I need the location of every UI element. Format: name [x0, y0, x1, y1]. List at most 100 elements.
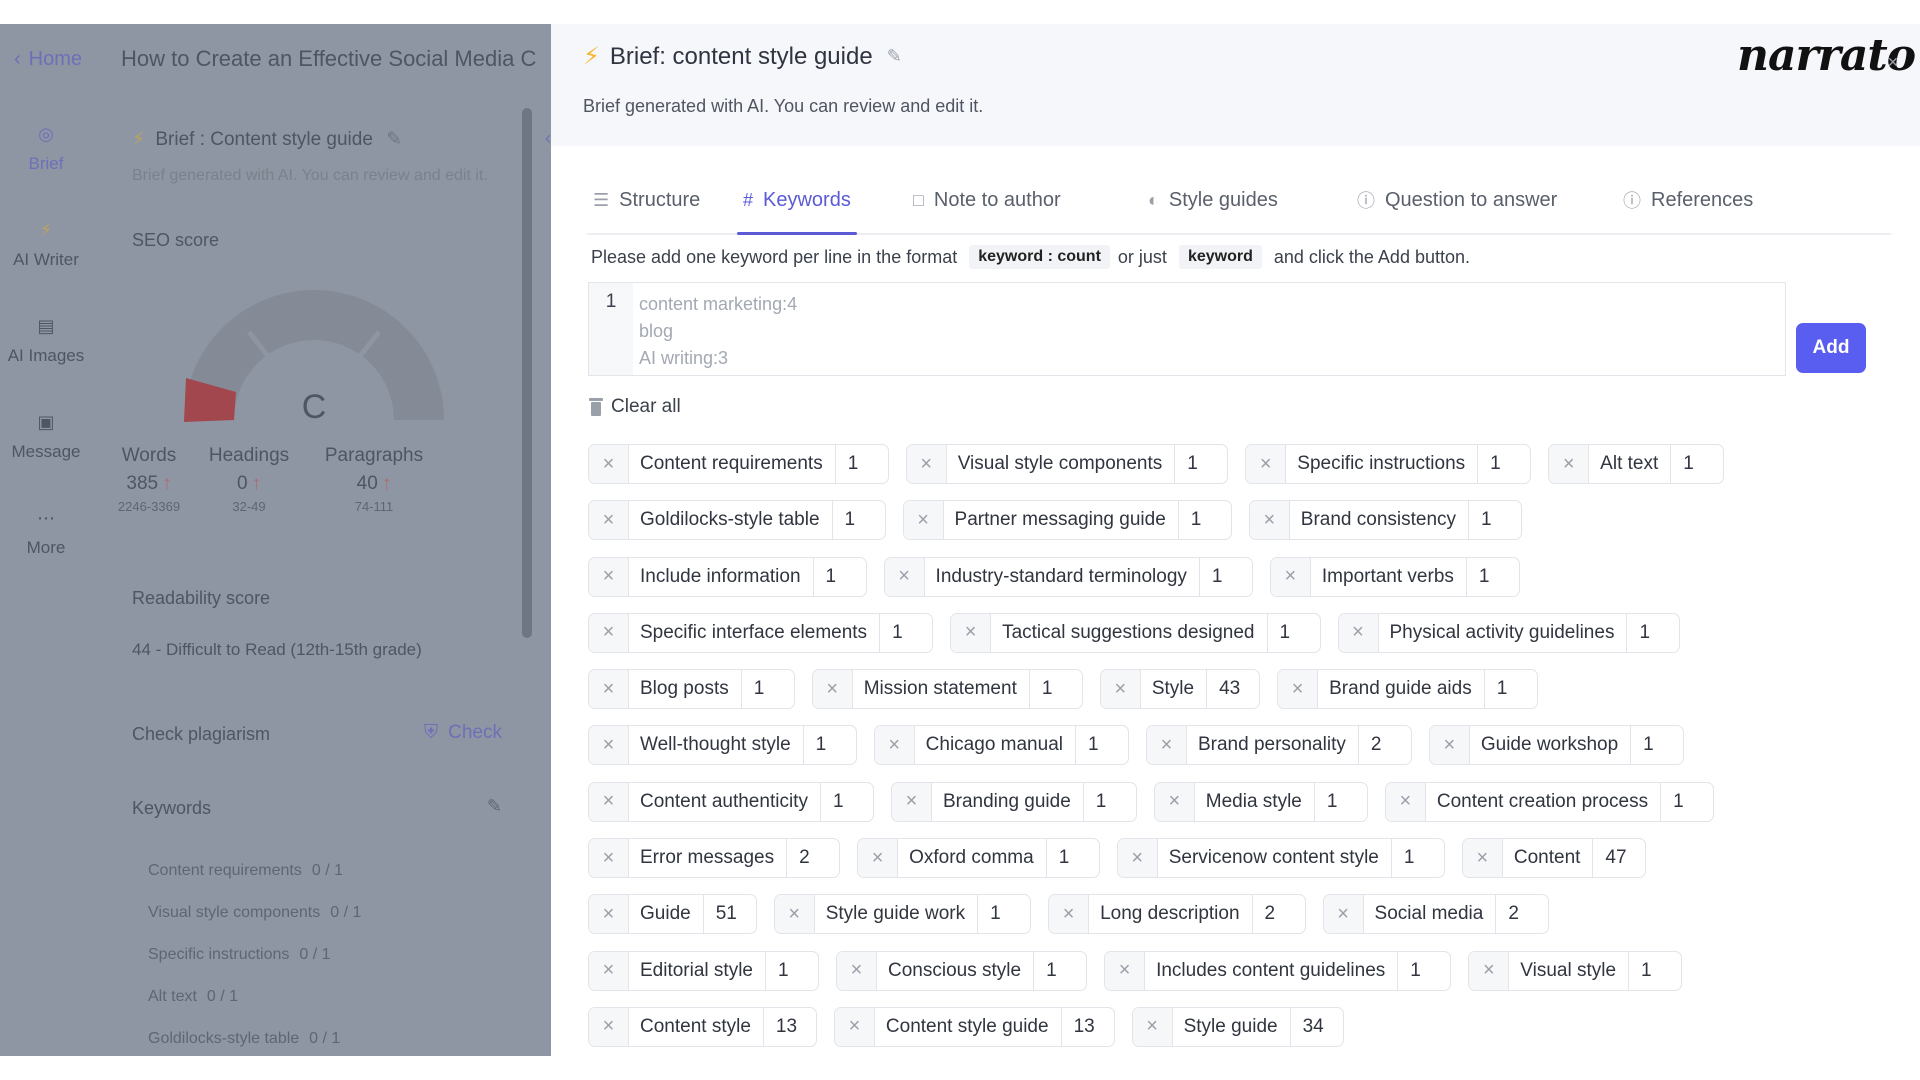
keyword-count-input[interactable]: 1 — [804, 726, 856, 764]
keyword-count-input[interactable]: 1 — [814, 558, 866, 596]
keyword-name[interactable]: Style — [1141, 670, 1208, 709]
remove-keyword-icon[interactable]: × — [589, 613, 629, 652]
keyword-count-input[interactable]: 34 — [1291, 1008, 1343, 1046]
keyword-count-input[interactable]: 1 — [1030, 670, 1082, 708]
keyword-name[interactable]: Branding guide — [932, 782, 1084, 821]
remove-keyword-icon[interactable]: × — [1154, 782, 1195, 821]
keyword-name[interactable]: Well-thought style — [629, 726, 804, 765]
remove-keyword-icon[interactable]: × — [1117, 839, 1158, 878]
keyword-name[interactable]: Chicago manual — [915, 726, 1076, 765]
keyword-textarea-placeholder[interactable]: content marketing:4 blog AI writing:3 — [633, 283, 1785, 375]
keyword-count-input[interactable]: 1 — [1467, 558, 1519, 596]
keyword-count-input[interactable]: 1 — [833, 501, 885, 539]
keyword-count-input[interactable]: 1 — [1268, 614, 1320, 652]
remove-keyword-icon[interactable]: × — [1270, 557, 1311, 596]
keyword-count-input[interactable]: 1 — [1084, 783, 1136, 821]
keyword-name[interactable]: Brand guide aids — [1318, 670, 1485, 709]
remove-keyword-icon[interactable]: × — [1146, 726, 1187, 765]
keyword-name[interactable]: Oxford comma — [898, 839, 1047, 878]
remove-keyword-icon[interactable]: × — [774, 895, 815, 934]
keyword-name[interactable]: Goldilocks-style table — [629, 501, 833, 540]
remove-keyword-icon[interactable]: × — [903, 501, 944, 540]
keyword-name[interactable]: Include information — [629, 557, 814, 596]
remove-keyword-icon[interactable]: × — [874, 726, 915, 765]
keyword-name[interactable]: Content — [1503, 839, 1594, 878]
keyword-name[interactable]: Style guide work — [815, 895, 979, 934]
close-icon[interactable]: ✕ — [1887, 54, 1899, 71]
remove-keyword-icon[interactable]: × — [1132, 1007, 1173, 1046]
keyword-count-input[interactable]: 1 — [880, 614, 932, 652]
keyword-count-input[interactable]: 47 — [1593, 839, 1645, 877]
tab-question-to-answer[interactable]: ⓘ Question to answer — [1351, 167, 1563, 233]
tab-note-to-author[interactable]: □ Note to author — [907, 167, 1067, 233]
remove-keyword-icon[interactable]: × — [834, 1007, 875, 1046]
remove-keyword-icon[interactable]: × — [589, 895, 629, 934]
keyword-name[interactable]: Partner messaging guide — [944, 501, 1179, 540]
keyword-count-input[interactable]: 13 — [1062, 1008, 1114, 1046]
keyword-count-input[interactable]: 1 — [742, 670, 794, 708]
remove-keyword-icon[interactable]: × — [589, 839, 629, 878]
remove-keyword-icon[interactable]: × — [1249, 501, 1290, 540]
keyword-name[interactable]: Content style — [629, 1007, 764, 1046]
remove-keyword-icon[interactable]: × — [589, 782, 629, 821]
keyword-count-input[interactable]: 1 — [1661, 783, 1713, 821]
keyword-name[interactable]: Content authenticity — [629, 782, 821, 821]
keyword-count-input[interactable]: 1 — [1175, 445, 1227, 483]
keyword-name[interactable]: Important verbs — [1311, 557, 1467, 596]
remove-keyword-icon[interactable]: × — [589, 726, 629, 765]
remove-keyword-icon[interactable]: × — [837, 951, 877, 990]
keyword-name[interactable]: Long description — [1089, 895, 1253, 934]
keyword-count-input[interactable]: 1 — [1629, 952, 1681, 990]
remove-keyword-icon[interactable]: × — [1469, 951, 1510, 990]
remove-keyword-icon[interactable]: × — [589, 670, 629, 709]
keyword-name[interactable]: Physical activity guidelines — [1379, 613, 1628, 652]
keyword-count-input[interactable]: 1 — [766, 952, 818, 990]
keyword-name[interactable]: Mission statement — [853, 670, 1030, 709]
keyword-count-input[interactable]: 2 — [1496, 895, 1548, 933]
keyword-name[interactable]: Media style — [1195, 782, 1315, 821]
keyword-name[interactable]: Style guide — [1173, 1007, 1291, 1046]
keyword-count-input[interactable]: 1 — [978, 895, 1030, 933]
remove-keyword-icon[interactable]: × — [1549, 445, 1590, 483]
keyword-count-input[interactable]: 1 — [836, 445, 888, 483]
tab-style-guides[interactable]: ◐ Style guides — [1142, 167, 1284, 233]
remove-keyword-icon[interactable]: × — [589, 501, 629, 540]
keyword-count-input[interactable]: 1 — [1627, 614, 1679, 652]
remove-keyword-icon[interactable]: × — [589, 557, 629, 596]
keyword-name[interactable]: Includes content guidelines — [1145, 951, 1399, 990]
keyword-name[interactable]: Alt text — [1589, 445, 1672, 483]
keyword-count-input[interactable]: 1 — [1034, 952, 1086, 990]
remove-keyword-icon[interactable]: × — [1278, 670, 1319, 709]
remove-keyword-icon[interactable]: × — [1385, 782, 1426, 821]
keyword-name[interactable]: Guide workshop — [1470, 726, 1632, 765]
keyword-count-input[interactable]: 1 — [1485, 670, 1537, 708]
keyword-name[interactable]: Guide — [629, 895, 704, 934]
keyword-name[interactable]: Brand personality — [1187, 726, 1359, 765]
keyword-count-input[interactable]: 1 — [1478, 445, 1530, 483]
tab-structure[interactable]: ☰ Structure — [587, 167, 706, 233]
keyword-count-input[interactable]: 1 — [1398, 952, 1450, 990]
keyword-count-input[interactable]: 1 — [1671, 445, 1723, 483]
keyword-name[interactable]: Tactical suggestions designed — [991, 613, 1268, 652]
keyword-count-input[interactable]: 43 — [1207, 670, 1259, 708]
keyword-count-input[interactable]: 2 — [787, 839, 839, 877]
keyword-name[interactable]: Content requirements — [629, 445, 836, 483]
remove-keyword-icon[interactable]: × — [589, 951, 629, 990]
remove-keyword-icon[interactable]: × — [884, 557, 925, 596]
remove-keyword-icon[interactable]: × — [1338, 613, 1379, 652]
keyword-count-input[interactable]: 1 — [1047, 839, 1099, 877]
keyword-name[interactable]: Specific instructions — [1286, 445, 1479, 483]
keyword-name[interactable]: Visual style components — [947, 445, 1176, 483]
keyword-count-input[interactable]: 51 — [704, 895, 756, 933]
remove-keyword-icon[interactable]: × — [1323, 895, 1364, 934]
clear-all-button[interactable]: Clear all — [589, 396, 681, 418]
keyword-name[interactable]: Blog posts — [629, 670, 742, 709]
keyword-name[interactable]: Editorial style — [629, 951, 766, 990]
keyword-name[interactable]: Content style guide — [875, 1007, 1062, 1046]
remove-keyword-icon[interactable]: × — [1049, 895, 1090, 934]
tab-keywords[interactable]: # Keywords — [737, 167, 857, 235]
keyword-name[interactable]: Error messages — [629, 839, 788, 878]
keyword-name[interactable]: Servicenow content style — [1158, 839, 1392, 878]
remove-keyword-icon[interactable]: × — [1100, 670, 1141, 709]
add-button[interactable]: Add — [1796, 323, 1866, 373]
